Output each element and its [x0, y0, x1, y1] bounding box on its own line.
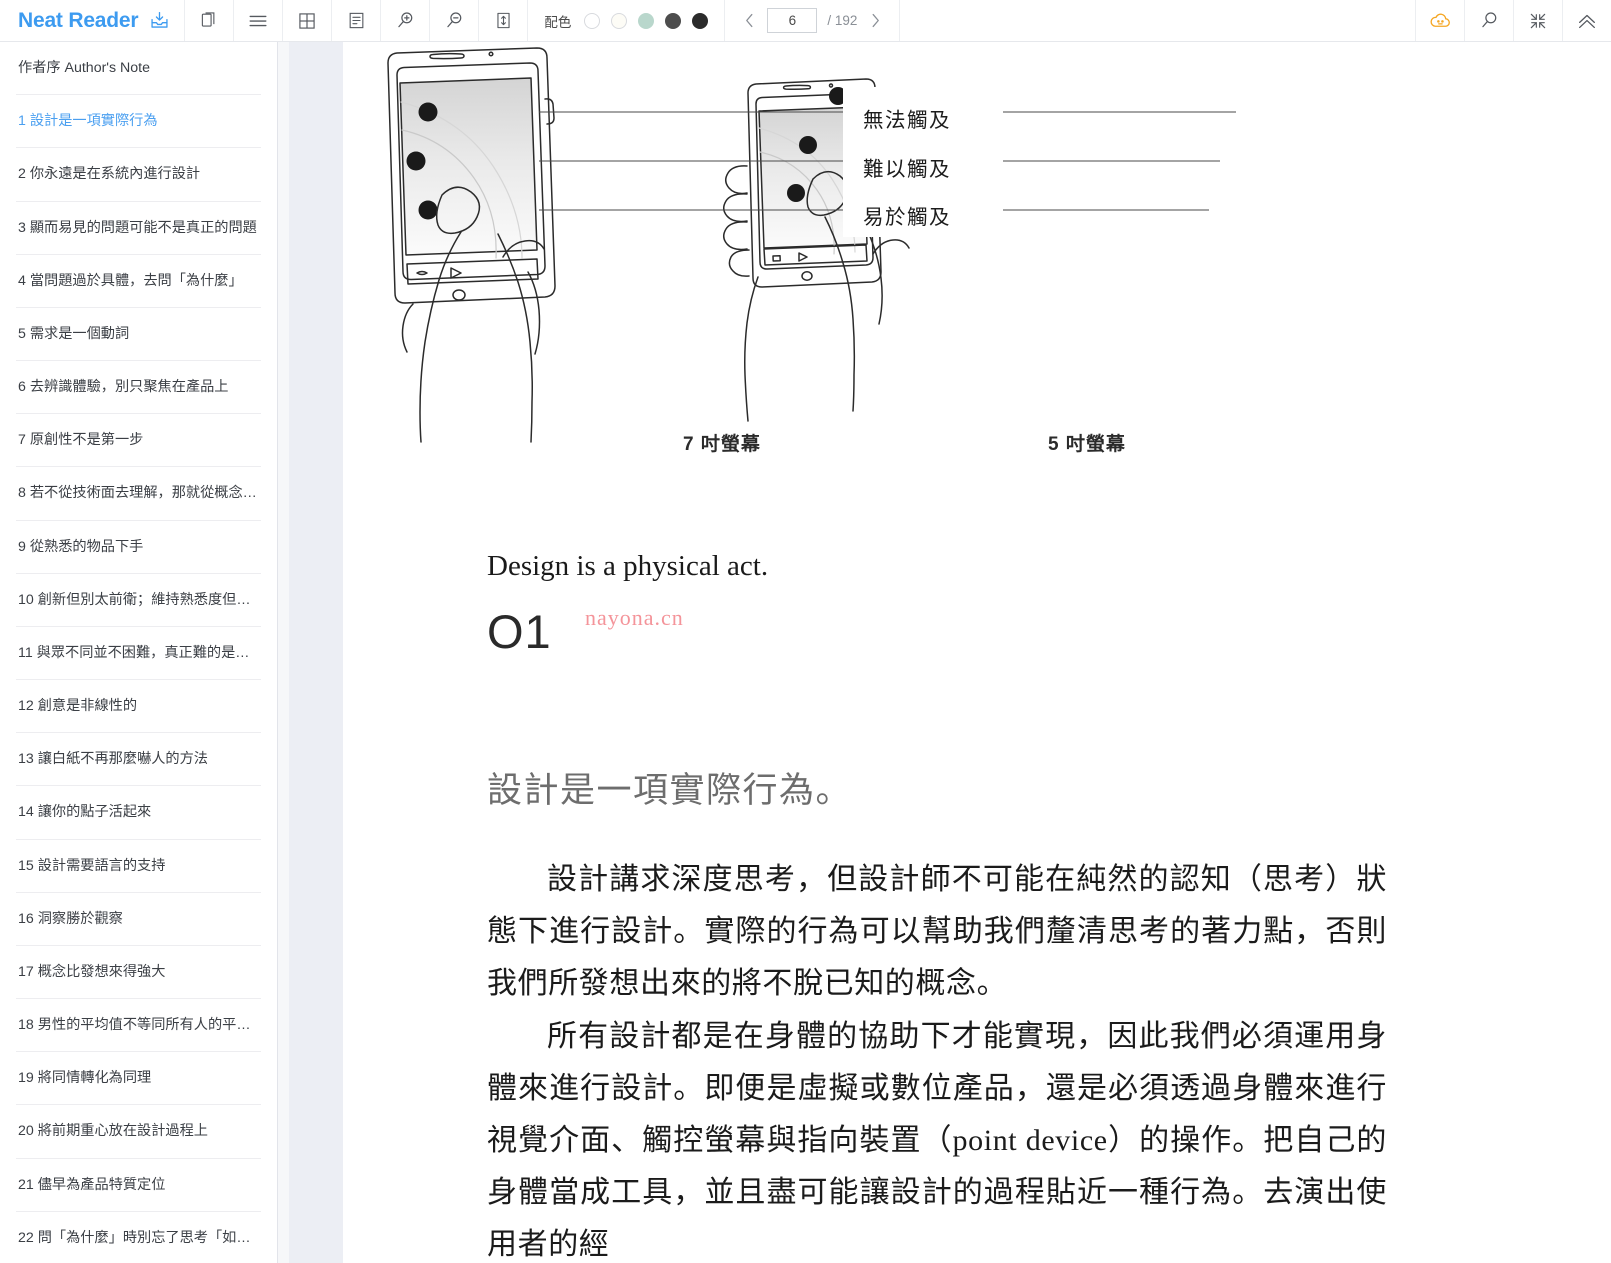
figure-label-unreachable: 無法觸及	[863, 109, 951, 132]
gutter-shade	[278, 42, 289, 1263]
toc-item[interactable]: 21 儘早為產品特質定位	[16, 1159, 261, 1212]
figure-label-easy-to-reach: 易於觸及	[863, 206, 951, 229]
menu-button[interactable]	[233, 0, 282, 41]
toc-item[interactable]: 17 概念比發想來得強大	[16, 946, 261, 1000]
toc-item[interactable]: 10 創新但別太前衛；維持熟悉度但勿…	[16, 574, 261, 627]
toc-item[interactable]: 18 男性的平均值不等同所有人的平均值	[16, 999, 261, 1053]
reader-page-content[interactable]: 無法觸及 難以觸及 易於觸及 7 吋螢幕 5 吋螢幕 Design is a p…	[343, 42, 1611, 1263]
app-logo[interactable]: Neat Reader	[0, 0, 184, 41]
hands-holding-phones-illustration	[387, 47, 1236, 443]
zoom-out-button[interactable]	[429, 0, 478, 41]
theme-color-group: 配色	[527, 0, 724, 41]
theme-cream-swatch[interactable]	[611, 12, 628, 29]
theme-label: 配色	[544, 14, 572, 30]
english-chapter-title: Design is a physical act.	[487, 550, 769, 582]
chapter-text-block: Design is a physical act. nayona.cn O1 設…	[343, 552, 1611, 1263]
chinese-chapter-heading: 設計是一項實際行為。	[487, 771, 853, 810]
figure-caption-5-inch: 5 吋螢幕	[1048, 434, 1126, 455]
app-toolbar: Neat Reader 配色 6 / 192	[0, 0, 1611, 42]
toc-item[interactable]: 2 你永遠是在系統內進行設計	[16, 148, 261, 202]
single-column-button[interactable]	[331, 0, 380, 41]
previous-page-button[interactable]	[741, 10, 757, 32]
toc-item[interactable]: 1 設計是一項實際行為	[16, 95, 261, 149]
toc-item[interactable]: 作者序 Author's Note	[16, 42, 261, 96]
theme-black-swatch[interactable]	[692, 12, 709, 29]
body-paragraph-1: 設計講求深度思考，但設計師不可能在純然的認知（思考）狀態下進行設計。實際的行為可…	[487, 863, 1387, 1001]
toc-item[interactable]: 22 問「為什麼」時別忘了思考「如何…	[16, 1212, 261, 1263]
toc-item[interactable]: 14 讓你的點子活起來	[16, 786, 261, 840]
toc-item[interactable]: 5 需求是一個動詞	[16, 308, 261, 362]
toc-item[interactable]: 3 顯而易見的問題可能不是真正的問題	[16, 202, 261, 255]
toc-item[interactable]: 9 從熟悉的物品下手	[16, 521, 261, 574]
figure-caption-7-inch: 7 吋螢幕	[683, 434, 761, 455]
page-navigation: / 192	[724, 0, 899, 41]
toc-item[interactable]: 19 將同情轉化為同理	[16, 1052, 261, 1106]
table-of-contents-sidebar: 作者序 Author's Note 1 設計是一項實際行為 2 你永遠是在系統內進行…	[0, 42, 277, 1263]
scroll-top-button[interactable]	[1562, 0, 1611, 41]
figure-label-hard-to-reach: 難以觸及	[863, 158, 951, 181]
page-total-label: / 192	[827, 13, 858, 28]
theme-green-swatch[interactable]	[638, 12, 655, 29]
body-paragraph-2: 所有設計都是在身體的協助下才能實現，因此我們必須運用身體來進行設計。即便是虛擬或…	[487, 1019, 1387, 1262]
next-page-button[interactable]	[867, 10, 883, 32]
chapter-number: O1	[487, 605, 552, 658]
toc-item[interactable]: 6 去辨識體驗，別只聚焦在產品上	[16, 361, 261, 415]
collapse-button[interactable]	[1513, 0, 1562, 41]
toc-list: 作者序 Author's Note 1 設計是一項實際行為 2 你永遠是在系統內進行…	[0, 42, 277, 1263]
toc-item[interactable]: 12 創意是非線性的	[16, 680, 261, 734]
app-title: Neat Reader	[18, 9, 139, 32]
toc-item[interactable]: 16 洞察勝於觀察	[16, 893, 261, 946]
toc-item[interactable]: 20 將前期重心放在設計過程上	[16, 1105, 261, 1159]
reachability-figure: 無法觸及 難以觸及 易於觸及 7 吋螢幕 5 吋螢幕	[343, 42, 1611, 462]
grid-view-button[interactable]	[282, 0, 331, 41]
toolbar-right-group	[1415, 0, 1611, 41]
content-gutter	[277, 42, 343, 1263]
search-button[interactable]	[1464, 0, 1513, 41]
toc-item[interactable]: 7 原創性不是第一步	[16, 414, 261, 468]
page-number-input[interactable]	[767, 8, 818, 33]
toolbar-spacer	[899, 0, 1415, 41]
two-page-view-button[interactable]	[184, 0, 233, 41]
toc-item[interactable]: 13 讓白紙不再那麼嚇人的方法	[16, 733, 261, 787]
toc-item[interactable]: 8 若不從技術面去理解，那就從概念去…	[16, 467, 261, 521]
import-tray-icon[interactable]	[149, 10, 170, 31]
theme-gray-swatch[interactable]	[665, 12, 682, 29]
toc-item[interactable]: 15 設計需要語言的支持	[16, 840, 261, 893]
toc-item[interactable]: 11 與眾不同並不困難，真正難的是精…	[16, 627, 261, 681]
fit-height-button[interactable]	[478, 0, 527, 41]
theme-white-swatch[interactable]	[584, 12, 601, 29]
zoom-in-button[interactable]	[380, 0, 429, 41]
cloud-sync-button[interactable]	[1415, 0, 1464, 41]
toc-item[interactable]: 4 當問題過於具體，去問「為什麼」	[16, 255, 261, 308]
